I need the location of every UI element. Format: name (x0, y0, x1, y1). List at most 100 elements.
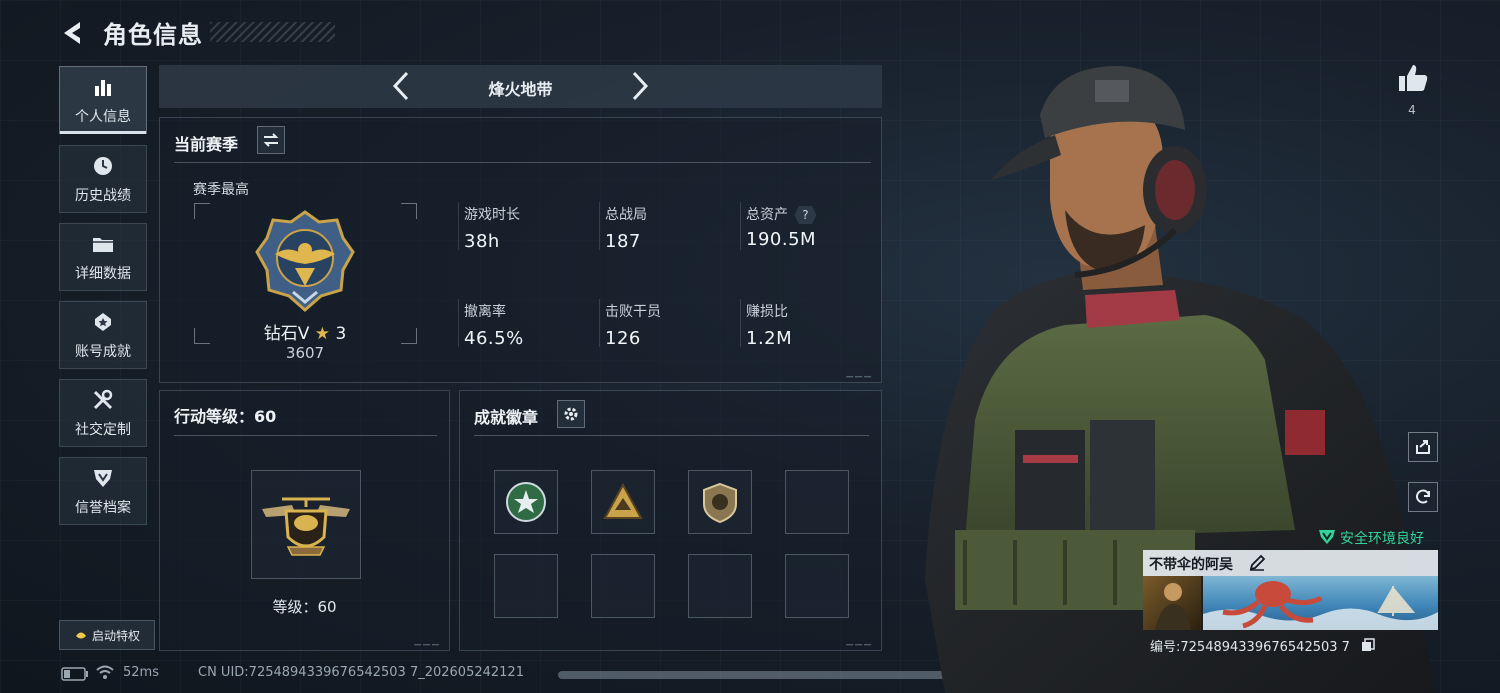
mode-selector: 烽火地带 (159, 65, 882, 108)
badge-slot-4[interactable] (785, 470, 849, 534)
player-id: 编号:7254894339676542503 7 (1150, 640, 1350, 655)
swap-icon (263, 133, 279, 147)
achievements-panel: 成就徽章 ▁▁▁ (459, 390, 882, 651)
stat-value: 1.2M (746, 328, 793, 349)
stat-extraction-rate: 撤离率 46.5% (464, 301, 524, 349)
bar-chart-icon (90, 74, 116, 100)
nav-label: 信誉档案 (75, 500, 131, 516)
stat-play-time: 游戏时长 38h (464, 204, 520, 252)
badge-slot-1[interactable] (494, 470, 558, 534)
action-level-divider (174, 435, 437, 436)
player-name-bar: 不带伞的阿吴 (1143, 550, 1438, 576)
panel-corner-mark: ▁▁▁ (414, 636, 441, 646)
refresh-button[interactable] (1408, 482, 1438, 512)
rank-badge-emblem (255, 210, 355, 314)
safe-environment-text: 安全环境良好 (1340, 531, 1424, 547)
page-title: 角色信息 (103, 21, 203, 49)
nav-label: 社交定制 (75, 422, 131, 438)
perk-label: 启动特权 (91, 628, 140, 643)
stat-separator (458, 202, 459, 250)
badge-slot-3[interactable] (688, 470, 752, 534)
rank-points: 3607 (285, 344, 325, 362)
nav-label: 个人信息 (75, 109, 131, 125)
edit-name-button[interactable] (1248, 554, 1266, 576)
stat-value: 46.5% (464, 328, 524, 349)
panel-corner-mark: ▁▁▁ (846, 636, 873, 646)
season-panel: 当前赛季 赛季最高 钻石V ★ 3 3607 游戏时长 38h 总战局 187 (159, 117, 882, 383)
nav-item-history[interactable]: 历史战绩 (59, 145, 147, 213)
uid-text: CN UID:7254894339676542503 7_20260524212… (198, 665, 524, 680)
stat-total-matches: 总战局 187 (605, 204, 647, 252)
share-icon (1416, 440, 1430, 454)
stat-label: 击败干员 (605, 304, 661, 320)
octopus-banner-art (1203, 581, 1438, 630)
refresh-icon (1416, 489, 1430, 504)
nav-item-detailed-data[interactable]: 详细数据 (59, 223, 147, 291)
triangle-squad-badge-icon (603, 482, 643, 519)
level-label: 等级：60 (272, 598, 337, 616)
wifi-icon (95, 664, 115, 684)
battery-icon (61, 666, 89, 685)
frame-corner (401, 328, 417, 344)
avatar-frame[interactable] (1143, 576, 1201, 630)
stat-separator (599, 202, 600, 250)
season-title: 当前赛季 (174, 135, 239, 154)
rank-name: 钻石V (263, 324, 310, 344)
badge-slot-7[interactable] (688, 554, 752, 618)
season-best-label: 赛季最高 (193, 182, 249, 198)
stat-label: 总资产 ? (746, 204, 817, 224)
like-button[interactable] (1397, 63, 1429, 97)
like-count: 4 (1408, 103, 1416, 117)
season-divider (174, 162, 871, 163)
ping-text: 52ms (123, 665, 159, 680)
frame-corner (194, 328, 210, 344)
stat-separator (599, 299, 600, 347)
stat-separator (740, 299, 741, 347)
stat-value: 187 (605, 231, 641, 252)
frame-corner (194, 203, 210, 219)
thumbs-up-icon (1399, 65, 1428, 91)
nav-item-personal-info[interactable]: 个人信息 (59, 66, 147, 134)
mode-next-button[interactable] (623, 69, 657, 103)
achievements-title: 成就徽章 (474, 408, 539, 427)
achievements-settings-button[interactable] (557, 400, 585, 428)
player-name: 不带伞的阿吴 (1149, 557, 1233, 573)
stat-label-text: 总资产 (746, 207, 788, 223)
nav-item-achievements[interactable]: 账号成就 (59, 301, 147, 369)
nav-item-social[interactable]: 社交定制 (59, 379, 147, 447)
achievements-divider (474, 435, 869, 436)
copy-icon (1362, 638, 1375, 651)
stat-label: 赚损比 (746, 304, 788, 320)
badge-slot-2[interactable] (591, 470, 655, 534)
chevron-right-icon (632, 71, 649, 101)
shield-crest-badge-icon (703, 482, 737, 524)
season-switch-button[interactable] (257, 126, 285, 154)
rank-stars: 3 (335, 324, 347, 344)
nav-label: 账号成就 (75, 344, 131, 360)
gear-icon (564, 407, 578, 421)
stat-total-assets: 总资产 ? 190.5M (746, 204, 817, 250)
nav-item-reputation[interactable]: 信誉档案 (59, 457, 147, 525)
stat-label: 撤离率 (464, 304, 506, 320)
star-icon: ★ (314, 324, 331, 344)
copy-id-button[interactable] (1361, 637, 1375, 656)
folder-icon (90, 231, 116, 257)
share-button[interactable] (1408, 432, 1438, 462)
helicopter-emblem-icon (262, 497, 350, 556)
action-level-title: 行动等级：60 (174, 407, 277, 426)
clock-icon (90, 153, 116, 179)
badge-slot-8[interactable] (785, 554, 849, 618)
pencil-icon (1249, 554, 1266, 571)
help-icon[interactable]: ? (794, 206, 817, 224)
title-decoration (210, 22, 335, 42)
stat-value: 126 (605, 328, 641, 349)
name-card-banner[interactable] (1203, 576, 1438, 630)
shield-icon (90, 465, 116, 491)
badge-slot-5[interactable] (494, 554, 558, 618)
launch-perk-button[interactable]: 启动特权 (59, 620, 155, 650)
badge-slot-6[interactable] (591, 554, 655, 618)
back-button[interactable] (58, 18, 88, 48)
panel-corner-mark: ▁▁▁ (846, 368, 873, 378)
wreath-star-badge-icon (506, 482, 546, 522)
level-emblem-frame (251, 470, 361, 579)
